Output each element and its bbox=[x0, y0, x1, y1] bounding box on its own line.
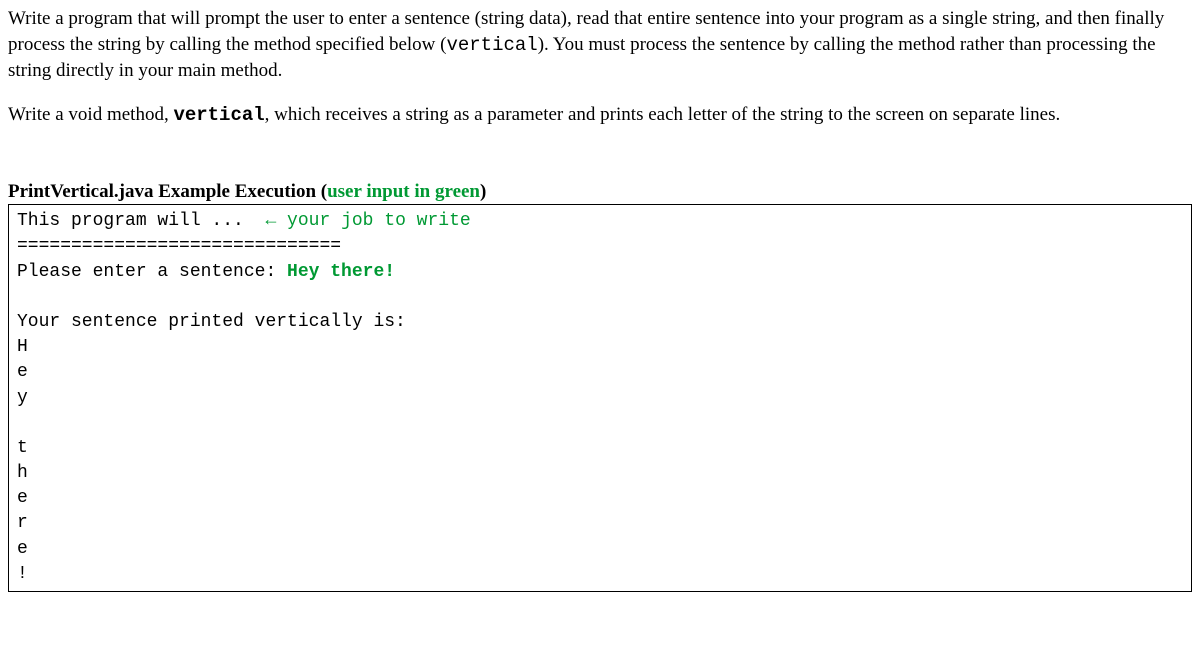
paragraph-1: Write a program that will prompt the use… bbox=[8, 6, 1192, 84]
code-v4 bbox=[17, 413, 28, 433]
code-blank-1 bbox=[17, 287, 28, 307]
code-v3: y bbox=[17, 388, 28, 408]
code-v5: t bbox=[17, 438, 28, 458]
para2-text-1: Write a void method, bbox=[8, 104, 173, 125]
method-name-2: vertical bbox=[173, 104, 264, 126]
code-v8: r bbox=[17, 513, 28, 533]
code-line3-a: Please enter a sentence: bbox=[17, 262, 287, 282]
code-v6: h bbox=[17, 463, 28, 483]
method-name-1: vertical bbox=[446, 34, 537, 56]
code-line1-a: This program will ... bbox=[17, 211, 265, 231]
heading-main-text: PrintVertical.java Example Execution bbox=[8, 181, 321, 202]
code-v7: e bbox=[17, 488, 28, 508]
code-output-box: This program will ... ← your job to writ… bbox=[8, 204, 1192, 592]
code-v10: ! bbox=[17, 564, 28, 584]
code-v1: H bbox=[17, 337, 28, 357]
code-v2: e bbox=[17, 362, 28, 382]
code-v9: e bbox=[17, 539, 28, 559]
para2-text-2: , which receives a string as a parameter… bbox=[265, 104, 1061, 125]
heading-green-text: user input in green bbox=[327, 181, 480, 202]
heading-paren-close: ) bbox=[480, 181, 486, 202]
code-line2: ============================== bbox=[17, 236, 341, 256]
example-heading: PrintVertical.java Example Execution (us… bbox=[8, 179, 1192, 205]
code-line1-b: ← your job to write bbox=[265, 211, 470, 231]
code-user-input: Hey there! bbox=[287, 262, 395, 282]
paragraph-2: Write a void method, vertical, which rec… bbox=[8, 102, 1192, 129]
code-line5: Your sentence printed vertically is: bbox=[17, 312, 406, 332]
